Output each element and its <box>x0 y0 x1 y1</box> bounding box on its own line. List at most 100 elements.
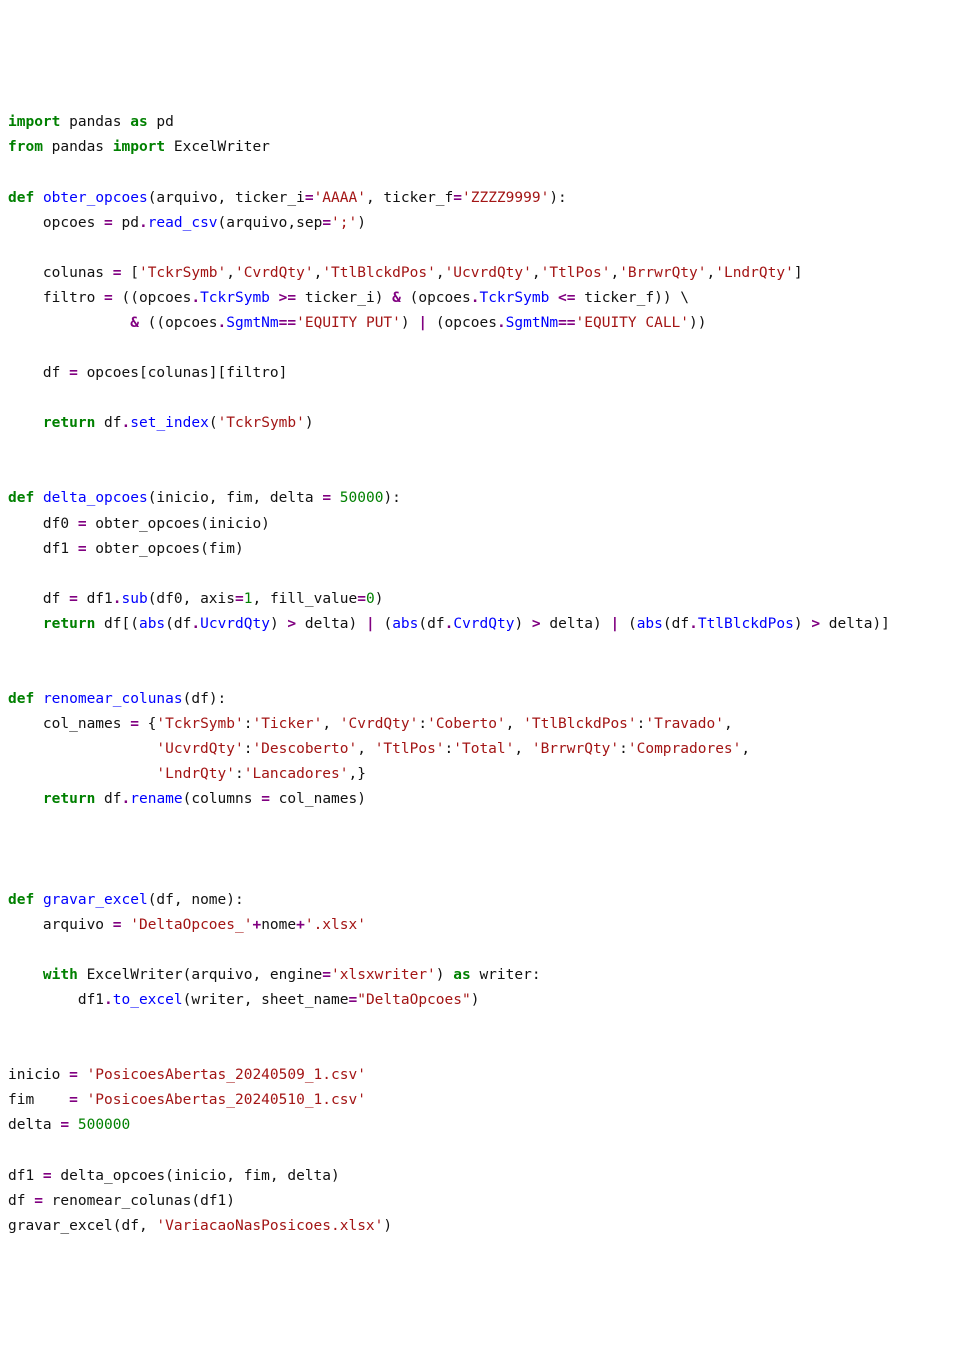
token-kw: return <box>43 791 95 807</box>
code-line <box>8 666 17 682</box>
token-str: 'Travado' <box>645 716 724 732</box>
token-idb: delta_opcoes <box>43 490 148 506</box>
code-line: df1 = delta_opcoes(inicio, fim, delta) <box>8 1168 340 1184</box>
token-op: . <box>122 415 131 431</box>
token-blk: (writer, sheet_name <box>183 992 349 1008</box>
token-blk: , <box>610 265 619 281</box>
token-str: 'UcvrdQty' <box>156 741 243 757</box>
token-op: = <box>69 1067 78 1083</box>
token-kw: with <box>43 967 78 983</box>
token-str: 'UcvrdQty' <box>445 265 532 281</box>
token-blk: ( <box>375 616 392 632</box>
token-blk: (df <box>165 616 191 632</box>
token-op: = <box>104 290 113 306</box>
token-str: 'LndrQty' <box>156 766 235 782</box>
token-kw: def <box>8 490 34 506</box>
token-blk: obter_opcoes(inicio) <box>87 516 270 532</box>
token-blk: (arquivo, ticker_i <box>148 190 305 206</box>
token-blk: df <box>8 591 69 607</box>
token-op: + <box>252 917 261 933</box>
token-blk: [ <box>122 265 139 281</box>
token-blk <box>8 791 43 807</box>
token-blk: : <box>619 741 628 757</box>
token-op: > <box>287 616 296 632</box>
token-blk: obter_opcoes(fim) <box>87 541 244 557</box>
code-line: def gravar_excel(df, nome): <box>8 892 244 908</box>
token-blk: arquivo <box>8 917 113 933</box>
token-blk: )) <box>689 315 706 331</box>
token-op: | <box>418 315 427 331</box>
code-line: df = renomear_colunas(df1) <box>8 1193 235 1209</box>
token-blk <box>78 1092 87 1108</box>
token-str: 'TtlPos' <box>375 741 445 757</box>
code-line: return df.set_index('TckrSymb') <box>8 415 314 431</box>
token-blk: df0 <box>8 516 78 532</box>
token-blk: , <box>724 716 733 732</box>
token-str: "DeltaOpcoes" <box>357 992 471 1008</box>
code-line: def delta_opcoes(inicio, fim, delta = 50… <box>8 490 401 506</box>
token-op: = <box>78 541 87 557</box>
token-blk: opcoes[colunas][filtro] <box>78 365 288 381</box>
token-op: + <box>296 917 305 933</box>
token-str: 'TtlBlckdPos' <box>322 265 436 281</box>
token-blk: ) <box>383 1218 392 1234</box>
code-line: return df[(abs(df.UcvrdQty) > delta) | (… <box>8 616 890 632</box>
token-op: & <box>130 315 139 331</box>
token-op: = <box>104 215 113 231</box>
token-blk: , <box>436 265 445 281</box>
token-blk: delta)] <box>820 616 890 632</box>
token-blk: , fill_value <box>252 591 357 607</box>
token-str: 'BrrwrQty' <box>532 741 619 757</box>
token-kw: import <box>113 139 165 155</box>
token-blk: ExcelWriter(arquivo, engine <box>78 967 322 983</box>
token-blk: , <box>506 716 523 732</box>
token-idb: TckrSymb <box>200 290 270 306</box>
code-line: def obter_opcoes(arquivo, ticker_i='AAAA… <box>8 190 567 206</box>
code-line: fim = 'PosicoesAbertas_20240510_1.csv' <box>8 1092 366 1108</box>
token-str: 'DeltaOpcoes_' <box>130 917 252 933</box>
code-line: df = opcoes[colunas][filtro] <box>8 365 287 381</box>
token-op: = <box>34 1193 43 1209</box>
token-blk: ,} <box>348 766 365 782</box>
token-op: = <box>322 215 331 231</box>
token-op: . <box>191 616 200 632</box>
code-line <box>8 1042 17 1058</box>
token-op: = <box>305 190 314 206</box>
token-str: 'Coberto' <box>427 716 506 732</box>
token-op: = <box>78 516 87 532</box>
token-blk: , <box>226 265 235 281</box>
code-line: df1 = obter_opcoes(fim) <box>8 541 244 557</box>
token-blk: ExcelWriter <box>165 139 270 155</box>
token-str: 'TtlPos' <box>541 265 611 281</box>
token-blk: ticker_f)) \ <box>576 290 690 306</box>
code-line <box>8 1143 17 1159</box>
token-blk: df1 <box>78 591 113 607</box>
token-idb: abs <box>139 616 165 632</box>
token-str: 'EQUITY CALL' <box>576 315 690 331</box>
token-op: . <box>139 215 148 231</box>
code-line: with ExcelWriter(arquivo, engine='xlsxwr… <box>8 967 541 983</box>
token-op: . <box>191 290 200 306</box>
code-line <box>8 240 17 256</box>
token-str: 'TckrSymb' <box>218 415 305 431</box>
token-op: = <box>69 591 78 607</box>
token-blk <box>8 415 43 431</box>
code-line <box>8 842 17 858</box>
code-line: filtro = ((opcoes.TckrSymb >= ticker_i) … <box>8 290 689 306</box>
token-op: . <box>122 791 131 807</box>
token-op: = <box>60 1117 69 1133</box>
code-line: df = df1.sub(df0, axis=1, fill_value=0) <box>8 591 383 607</box>
token-idb: obter_opcoes <box>43 190 148 206</box>
token-str: 'CvrdQty' <box>235 265 314 281</box>
token-str: 'TckrSymb' <box>139 265 226 281</box>
code-line: & ((opcoes.SgmtNm=='EQUITY PUT') | (opco… <box>8 315 707 331</box>
token-blk: ) <box>270 616 287 632</box>
token-op: . <box>104 992 113 1008</box>
token-blk: ] <box>794 265 803 281</box>
token-str: ';' <box>331 215 357 231</box>
token-op: . <box>218 315 227 331</box>
code-line <box>8 465 17 481</box>
token-idb: CvrdQty <box>453 616 514 632</box>
token-blk: pandas <box>60 114 130 130</box>
token-op: = <box>348 992 357 1008</box>
